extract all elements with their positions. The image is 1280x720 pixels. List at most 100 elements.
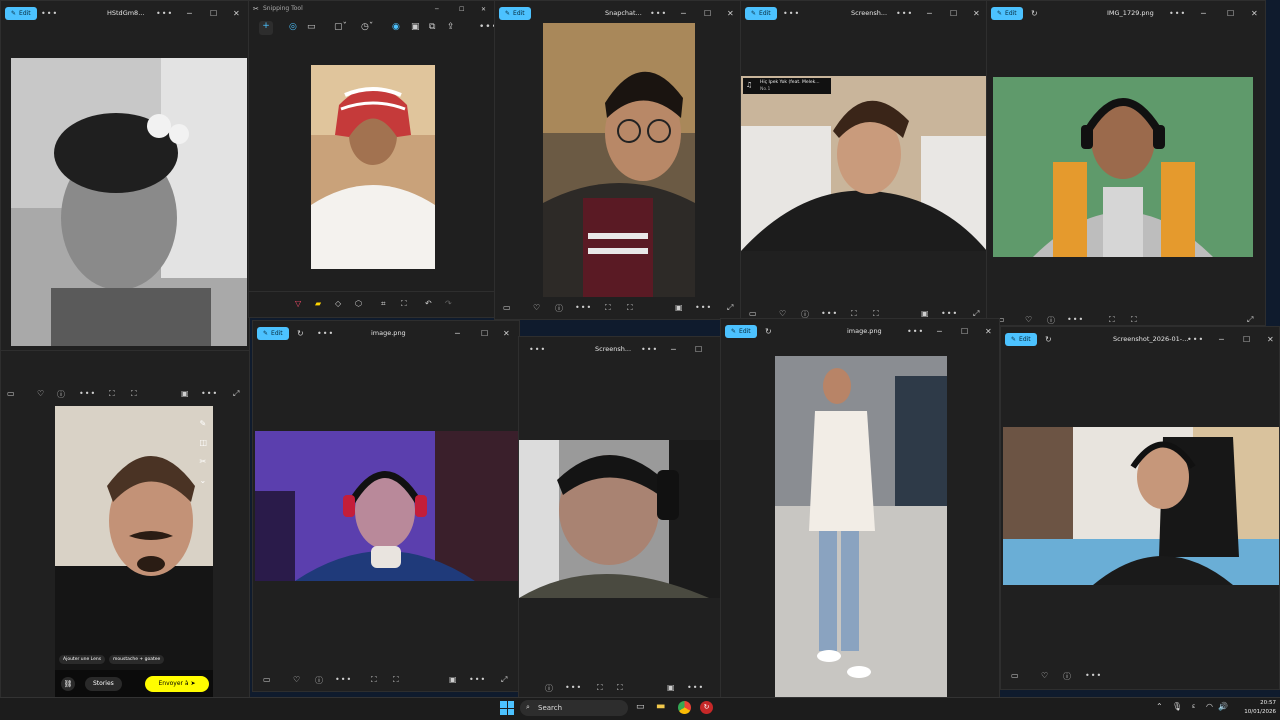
zoom-fit-icon[interactable]: ⛶ [605,303,611,313]
more-icon[interactable]: ••• [1085,671,1102,680]
scan-icon[interactable]: ▣ [181,389,189,398]
more-icon[interactable]: ••• [41,9,58,18]
send-to-button[interactable]: Envoyer à ➤ [145,676,209,692]
undo-icon[interactable]: ↶ [425,299,432,308]
edit-button[interactable]: ✎ Edit [499,6,531,20]
scan-icon[interactable]: ▣ [675,303,683,312]
copy-icon[interactable]: ⧉ [429,22,435,32]
edit-button[interactable]: ✎ Edit [991,6,1023,20]
more-icon[interactable]: ••• [907,327,924,336]
more-icon[interactable]: ••• [565,683,582,692]
filmstrip-icon[interactable]: ▭ [263,675,271,684]
zoom-fit-icon[interactable]: ⛶ [371,675,377,685]
pen-icon[interactable]: ▽ [295,299,301,308]
file-explorer-icon[interactable]: ▬ [656,701,665,712]
shapes-icon[interactable]: ⬡ [355,299,362,308]
edit-button[interactable]: ✎ Edit [725,324,757,338]
info-icon[interactable]: ⓘ [315,675,323,686]
scan-icon[interactable]: ▣ [449,675,457,684]
taskbar-search-box[interactable]: ⌕ Search [520,700,628,716]
actual-size-icon[interactable]: ⛶ [393,675,399,685]
more-icon[interactable]: ••• [695,303,712,312]
more-icon[interactable]: ••• [156,9,173,18]
close-icon[interactable]: ✕ [973,9,980,18]
snip-mode-icon[interactable]: ▢ˇ [334,22,347,32]
edit-button[interactable]: ✎ Edit [1005,332,1037,346]
lens-chip[interactable]: Ajouter une Lens [59,655,106,664]
edit-button[interactable]: ✎ Edit [257,326,289,340]
info-icon[interactable]: ⓘ [545,683,553,694]
task-view-icon[interactable]: ▭ [636,702,645,712]
lens-chip[interactable]: moustache + goatee [109,655,165,664]
minimize-icon[interactable]: ─ [187,9,192,18]
favorite-icon[interactable]: ♡ [293,675,300,684]
volume-icon[interactable]: 🔊 [1218,702,1228,711]
eraser-icon[interactable]: ◇ [335,299,341,308]
wifi-icon[interactable]: ◠ [1206,702,1213,711]
more-icon[interactable]: ••• [335,675,352,684]
maximize-icon[interactable]: ☐ [950,9,957,18]
close-icon[interactable]: ✕ [503,329,510,338]
scan-icon[interactable]: ▣ [667,683,675,692]
link-icon[interactable]: ⛓ [61,677,75,691]
actual-size-icon[interactable]: ⛶ [131,389,137,399]
expand-icon[interactable]: ⤢ [727,303,733,313]
share-icon[interactable]: ⇪ [447,22,455,32]
close-icon[interactable]: ✕ [985,327,992,336]
filmstrip-icon[interactable]: ▭ [749,309,757,318]
timer-icon[interactable]: ◷ˇ [361,22,373,32]
actual-size-icon[interactable]: ⛶ [1131,315,1137,325]
redo-icon[interactable]: ↷ [445,299,452,308]
zoom-fit-icon[interactable]: ⛶ [597,683,603,693]
more-icon[interactable]: ••• [641,345,658,354]
favorite-icon[interactable]: ♡ [533,303,540,312]
rotate-icon[interactable]: ↻ [297,329,304,338]
language-icon[interactable]: ε [1192,703,1195,710]
minimize-icon[interactable]: ─ [671,345,676,354]
more-icon[interactable]: ••• [575,303,592,312]
sticker-tool-icon[interactable]: ◫ [199,433,207,452]
minimize-icon[interactable]: ─ [927,9,932,18]
stories-button[interactable]: Stories [85,677,122,691]
mic-icon[interactable]: 🎙 [1172,702,1182,711]
chevron-up-icon[interactable]: ⌃ [1156,702,1163,711]
minimize-icon[interactable]: ─ [1219,335,1224,344]
expand-icon[interactable]: ⤢ [501,675,507,685]
maximize-icon[interactable]: ☐ [961,327,968,336]
chrome-icon[interactable] [678,701,691,714]
expand-icon[interactable]: ⤢ [1247,315,1253,325]
more-icon[interactable]: ••• [79,389,96,398]
minimize-icon[interactable]: ─ [1201,9,1206,18]
more-icon[interactable]: ••• [1169,9,1186,18]
info-icon[interactable]: ⓘ [57,389,65,400]
chevron-down-icon[interactable]: ⌄ [199,471,207,490]
more-icon[interactable]: ••• [201,389,218,398]
filmstrip-icon[interactable]: ▭ [1011,671,1019,680]
more-icon[interactable]: ••• [469,675,486,684]
favorite-icon[interactable]: ♡ [1025,315,1032,324]
text-actions-icon[interactable]: ⛶ [401,299,407,309]
windows-start-icon[interactable] [500,701,514,715]
minimize-icon[interactable]: ─ [681,9,686,18]
more-icon[interactable]: ••• [941,309,958,318]
more-icon[interactable]: ••• [896,9,913,18]
info-icon[interactable]: ⓘ [1047,315,1055,325]
zoom-fit-icon[interactable]: ⛶ [109,389,115,399]
close-icon[interactable]: ✕ [1251,9,1258,18]
new-snip-icon[interactable]: + [259,21,273,35]
highlighter-icon[interactable]: ▰ [315,299,321,308]
clock[interactable]: 20:57 10/01/2026 [1236,699,1276,717]
more-icon[interactable]: ••• [317,329,334,338]
close-icon[interactable]: ✕ [233,9,240,18]
minimize-icon[interactable]: ─ [455,329,460,338]
pencil-tool-icon[interactable]: ✎ [199,414,207,433]
close-icon[interactable]: ✕ [1267,335,1274,344]
favorite-icon[interactable]: ♡ [1041,671,1048,680]
maximize-icon[interactable]: ☐ [1227,9,1234,18]
maximize-icon[interactable]: ☐ [481,329,488,338]
more-icon[interactable]: ••• [1187,335,1204,344]
more-icon[interactable]: ••• [687,683,704,692]
expand-icon[interactable]: ⤢ [233,389,239,399]
rotate-icon[interactable]: ↻ [1045,335,1052,344]
maximize-icon[interactable]: ☐ [210,9,217,18]
